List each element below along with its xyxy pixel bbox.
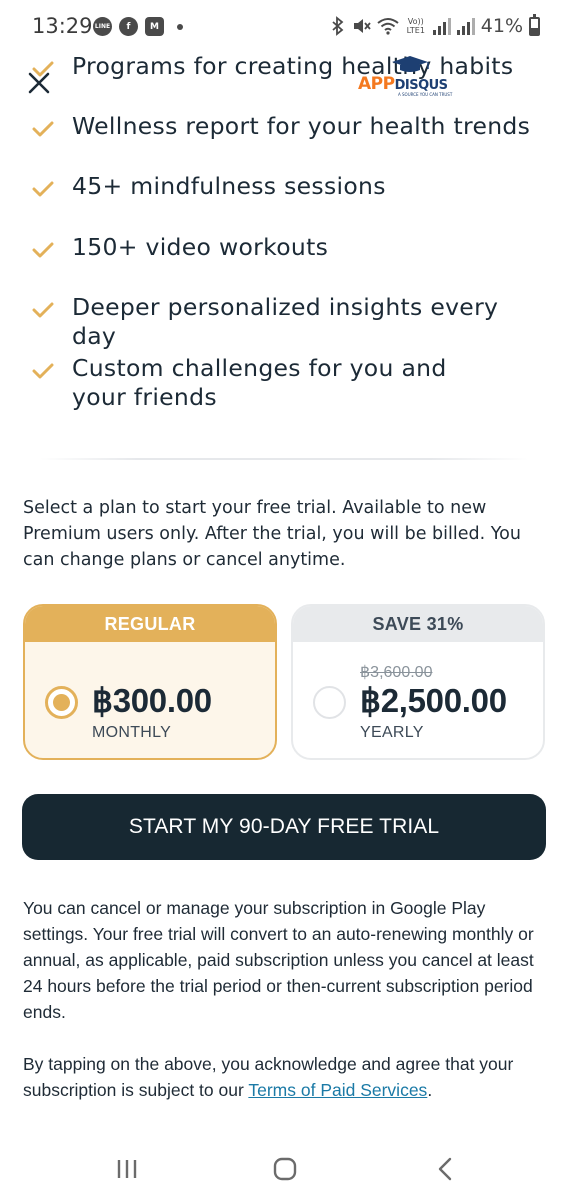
wifi-icon <box>377 18 399 35</box>
start-trial-button[interactable]: START MY 90-DAY FREE TRIAL <box>22 794 546 860</box>
check-icon <box>32 121 54 137</box>
divider <box>40 458 528 460</box>
battery-percent: 41% <box>480 15 523 37</box>
feature-item: 45+ mindfulness sessions <box>32 172 386 201</box>
battery-icon <box>529 13 540 36</box>
plan-card-monthly[interactable]: REGULAR ฿300.00 MONTHLY <box>23 604 277 760</box>
terms-of-paid-services-link[interactable]: Terms of Paid Services <box>248 1080 427 1100</box>
plan-card-yearly[interactable]: SAVE 31% ฿3,600.00 ฿2,500.00 YEARLY <box>291 604 545 760</box>
watermark-brand-primary: APP <box>358 74 395 94</box>
feature-item: 150+ video workouts <box>32 233 328 262</box>
feature-text: 150+ video workouts <box>72 233 329 261</box>
plan-header: SAVE 31% <box>293 606 543 642</box>
feature-item: Custom challenges for you and your frien… <box>32 354 492 412</box>
watermark-logo: APPDISQUS A SOURCE YOU CAN TRUST <box>358 50 458 97</box>
status-bar: 13:29 LINE f M Vo)) LTE1 41% <box>0 0 568 56</box>
feature-item: Deeper personalized insights every day <box>32 293 542 351</box>
watermark-tagline: A SOURCE YOU CAN TRUST <box>398 92 453 97</box>
line-app-icon: LINE <box>93 17 112 36</box>
recents-icon <box>117 1160 137 1178</box>
recents-button[interactable] <box>107 1154 147 1184</box>
feature-text: 45+ mindfulness sessions <box>72 172 386 200</box>
bluetooth-icon <box>332 16 344 36</box>
status-time: 13:29 <box>32 14 93 38</box>
plan-header: REGULAR <box>25 606 275 642</box>
home-icon <box>273 1157 297 1181</box>
plan-old-price: ฿3,600.00 <box>360 664 433 681</box>
check-icon <box>32 242 54 258</box>
signal-icon <box>432 17 451 35</box>
back-icon <box>438 1157 452 1181</box>
signal-icon <box>456 17 475 35</box>
facebook-icon: f <box>119 17 138 36</box>
back-button[interactable] <box>425 1154 465 1184</box>
check-icon <box>32 61 54 77</box>
check-icon <box>32 363 54 379</box>
subscription-legal-text: You can cancel or manage your subscripti… <box>23 898 534 1022</box>
feature-item: Wellness report for your health trends <box>32 112 530 141</box>
plan-price: ฿300.00 <box>92 682 212 719</box>
feature-text: Deeper personalized insights every day <box>72 293 499 350</box>
plan-price: ฿2,500.00 <box>360 682 507 719</box>
feature-text: Wellness report for your health trends <box>72 112 531 140</box>
more-dot-icon <box>177 23 183 30</box>
gmail-icon: M <box>145 17 164 36</box>
plan-period: YEARLY <box>360 724 424 741</box>
mute-icon <box>353 19 371 33</box>
check-icon <box>32 302 54 318</box>
watermark-text: APPDISQUS <box>358 74 448 94</box>
watermark-brand-secondary: DISQUS <box>394 78 448 93</box>
volte-icon: Vo)) LTE1 <box>406 17 425 35</box>
radio-unselected[interactable] <box>313 686 346 719</box>
plan-description: Select a plan to start your free trial. … <box>23 498 521 570</box>
home-button[interactable] <box>265 1154 305 1184</box>
plan-period: MONTHLY <box>92 724 172 741</box>
agreement-text: By tapping on the above, you acknowledge… <box>23 1051 548 1103</box>
feature-text: Custom challenges for you and your frien… <box>72 354 447 411</box>
navigation-bar <box>0 1140 568 1200</box>
radio-selected[interactable] <box>45 686 78 719</box>
graduation-cap-icon <box>392 56 429 72</box>
notification-icons: LINE f M <box>93 17 183 36</box>
check-icon <box>32 181 54 197</box>
system-icons: Vo)) LTE1 41% <box>331 13 540 37</box>
agreement-suffix: . <box>427 1080 433 1100</box>
